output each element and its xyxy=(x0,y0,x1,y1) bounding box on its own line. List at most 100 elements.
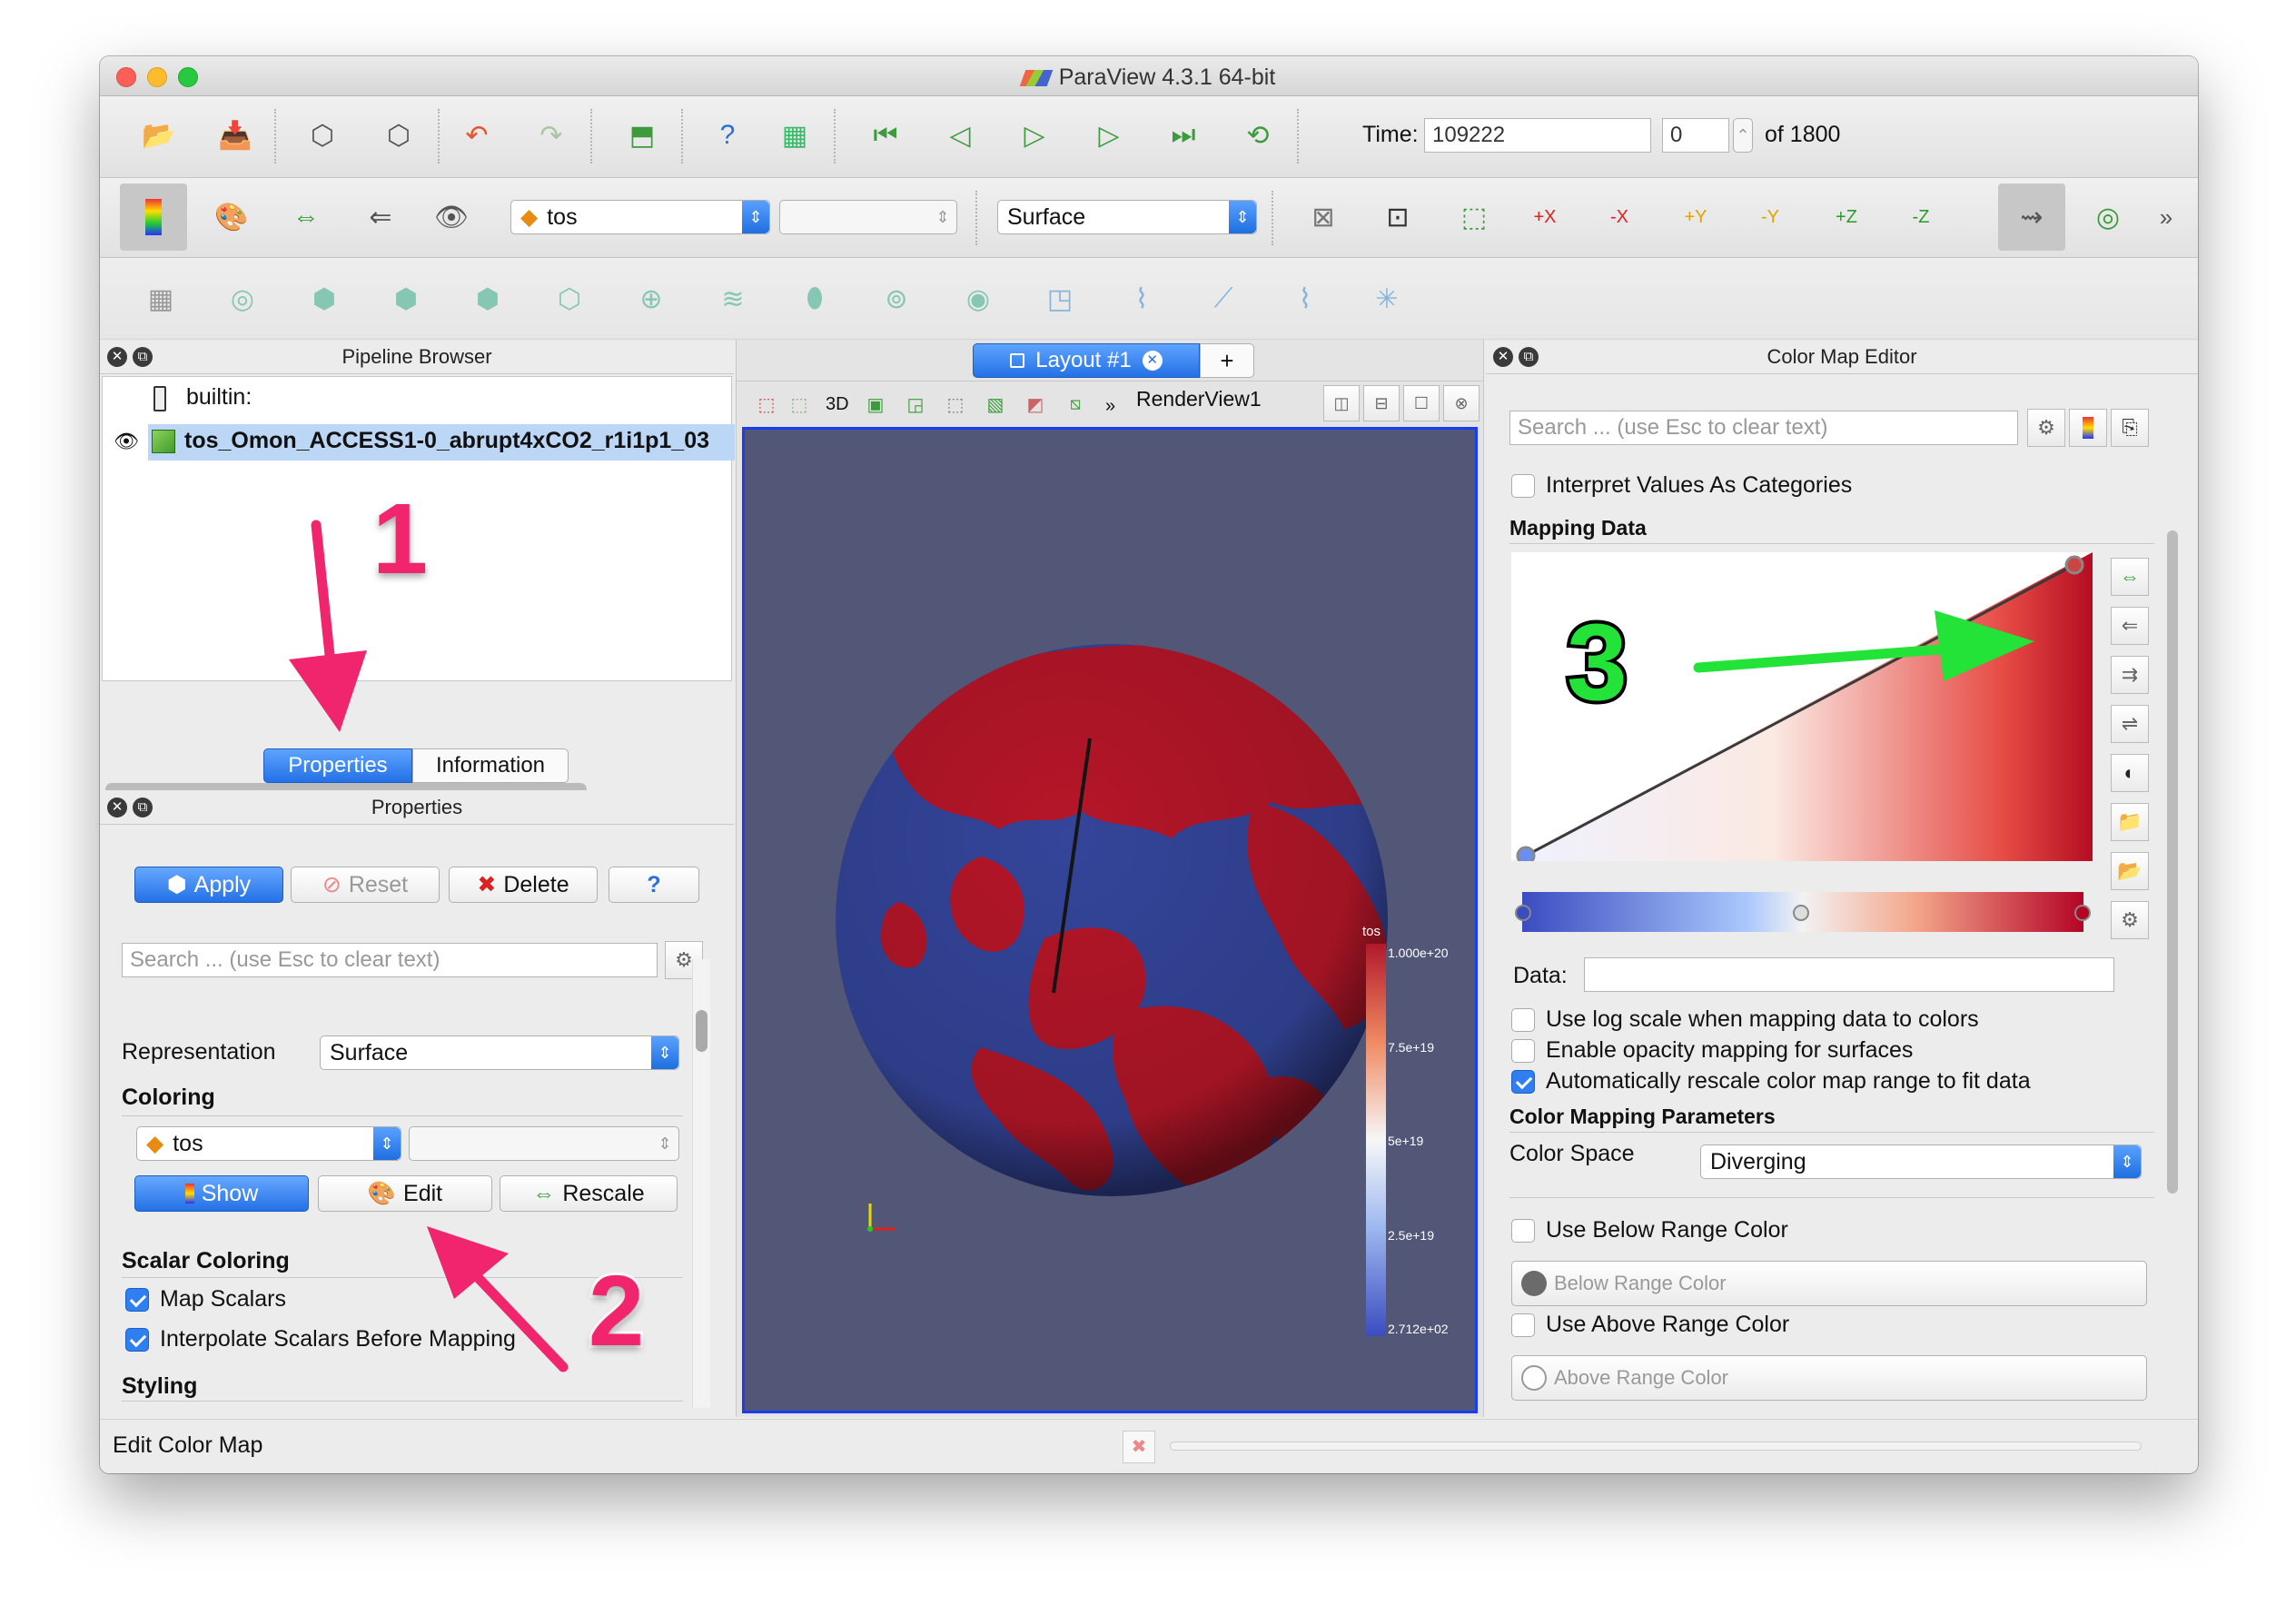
above-range-color-button[interactable]: Above Range Color xyxy=(1511,1355,2147,1401)
abort-icon[interactable]: ✖ xyxy=(1123,1431,1155,1463)
split-horizontal-icon[interactable]: ◫ xyxy=(1323,385,1360,421)
axes-grid-icon[interactable]: ✳ xyxy=(1366,278,1408,320)
show-center-icon[interactable]: ⇝ xyxy=(2011,196,2053,238)
slice-icon[interactable]: ⬢ xyxy=(385,278,427,320)
float-panel-icon[interactable]: ⧉ xyxy=(1519,347,1539,367)
edit-color-map-icon[interactable]: 🎨 xyxy=(211,196,252,238)
toggle-3d-button[interactable]: 3D xyxy=(826,394,849,415)
camera-undo-icon[interactable]: ⬒ xyxy=(621,114,663,156)
view-minus-x-icon[interactable]: -X xyxy=(1598,196,1640,238)
rescale-over-time-icon[interactable]: ⇉ xyxy=(2111,656,2149,694)
plot-over-time-icon[interactable]: ⌇ xyxy=(1284,278,1326,320)
interpret-categories-checkbox[interactable] xyxy=(1511,474,1535,498)
threshold-icon[interactable]: ⬢ xyxy=(467,278,509,320)
clip-icon[interactable]: ⬢ xyxy=(303,278,345,320)
glyph-icon[interactable]: ⊕ xyxy=(630,278,672,320)
timestep-input[interactable] xyxy=(1662,118,1729,153)
data-value-input[interactable] xyxy=(1584,957,2114,992)
select-block-icon[interactable]: ▧ xyxy=(975,383,1016,425)
rescale-range-icon[interactable]: ⇔ xyxy=(2111,558,2149,596)
clear-selection-icon[interactable]: ⧅ xyxy=(1054,383,1096,425)
auto-rescale-checkbox[interactable] xyxy=(1511,1070,1535,1094)
extract-selection-icon[interactable]: ◳ xyxy=(1039,278,1081,320)
float-panel-icon[interactable]: ⧉ xyxy=(133,347,153,367)
map-scalars-checkbox[interactable] xyxy=(125,1288,149,1312)
time-input[interactable] xyxy=(1424,118,1651,153)
calculator-icon[interactable]: ▦ xyxy=(140,278,182,320)
first-frame-icon[interactable]: ⏮ xyxy=(865,114,906,156)
timestep-spinner[interactable]: ⌃ xyxy=(1733,118,1753,153)
color-point-max[interactable] xyxy=(2074,905,2091,921)
rescale-custom-icon[interactable]: ⇐ xyxy=(360,196,401,238)
color-space-select[interactable]: Diverging ⇕ xyxy=(1700,1144,2142,1179)
zoom-box-icon[interactable]: ⬚ xyxy=(1453,196,1495,238)
restore-default-icon[interactable]: ⎘ xyxy=(2111,409,2149,447)
open-icon[interactable]: 📂 xyxy=(138,114,180,156)
color-transfer-function-editor[interactable] xyxy=(1515,892,2091,932)
rotation-center-icon[interactable]: ◎ xyxy=(2087,196,2129,238)
component-combo[interactable]: ⇕ xyxy=(779,200,957,234)
show-color-legend-button[interactable]: Show xyxy=(134,1175,309,1212)
edit-color-map-button[interactable]: 🎨 Edit xyxy=(318,1175,492,1212)
delete-button[interactable]: ✖ Delete xyxy=(449,867,598,903)
select-frustum-icon[interactable]: ⬚ xyxy=(935,383,976,425)
properties-search-input[interactable] xyxy=(122,943,658,977)
save-as-default-icon[interactable] xyxy=(2069,409,2107,447)
next-frame-icon[interactable]: ▷ xyxy=(1088,114,1130,156)
loop-icon[interactable]: ⟲ xyxy=(1237,114,1279,156)
color-point-min[interactable] xyxy=(1515,905,1531,921)
undo-icon[interactable]: ↶ xyxy=(456,114,498,156)
extract-subset-icon[interactable]: ⬡ xyxy=(549,278,590,320)
plot-selection-icon[interactable]: ⌇ xyxy=(1121,278,1163,320)
plot-over-line-icon[interactable]: ⟋ xyxy=(1202,278,1244,320)
pipeline-item-builtin[interactable]: builtin: xyxy=(186,384,252,411)
extract-level-icon[interactable]: ◉ xyxy=(957,278,999,320)
stream-tracer-icon[interactable]: ≋ xyxy=(712,278,754,320)
select-points-icon[interactable]: ◲ xyxy=(895,383,936,425)
rescale-button[interactable]: ⇔ Rescale xyxy=(500,1175,678,1212)
help-icon[interactable]: ? xyxy=(707,114,748,156)
contour-icon[interactable]: ◎ xyxy=(222,278,263,320)
tab-layout-1[interactable]: Layout #1 ✕ xyxy=(973,343,1200,378)
close-view-icon[interactable]: ⊗ xyxy=(1443,385,1480,421)
close-tab-icon[interactable]: ✕ xyxy=(1142,351,1163,371)
properties-scrollbar[interactable] xyxy=(692,959,710,1408)
log-scale-checkbox[interactable] xyxy=(1511,1008,1535,1032)
invert-map-icon[interactable]: ◐ xyxy=(2111,754,2149,792)
save-data-icon[interactable]: 📥 xyxy=(214,114,256,156)
zoom-to-data-icon[interactable]: ⊡ xyxy=(1377,196,1419,238)
representation-combo[interactable]: Surface ⇕ xyxy=(997,200,1257,234)
view-plus-z-icon[interactable]: +Z xyxy=(1826,196,1867,238)
render-view[interactable]: tos 1.000e+20 7.5e+19 5e+19 2.5e+19 2.71… xyxy=(742,427,1478,1413)
find-data-icon[interactable]: ▦ xyxy=(774,114,816,156)
colormap-scrollbar[interactable] xyxy=(2165,530,2180,1408)
below-range-color-button[interactable]: Below Range Color xyxy=(1511,1261,2147,1306)
last-frame-icon[interactable]: ⏭ xyxy=(1163,114,1204,156)
view-minus-z-icon[interactable]: -Z xyxy=(1900,196,1942,238)
pipeline-item-source[interactable]: 👁 tos_Omon_ACCESS1-0_abrupt4xCO2_r1i1p1_… xyxy=(114,424,735,461)
float-panel-icon[interactable]: ⧉ xyxy=(133,798,153,817)
rescale-visible-icon[interactable]: 👁 xyxy=(430,196,472,238)
above-range-checkbox[interactable] xyxy=(1511,1313,1535,1337)
maximize-view-icon[interactable]: ☐ xyxy=(1403,385,1440,421)
visibility-eye-icon[interactable]: 👁 xyxy=(114,430,139,453)
reset-button[interactable]: ⊘ Reset xyxy=(291,867,440,903)
coloring-component-select[interactable]: ⇕ xyxy=(409,1126,679,1161)
properties-scroll-thumb[interactable] xyxy=(696,1010,708,1052)
colormap-settings-icon[interactable]: ⚙ xyxy=(2111,901,2149,939)
colormap-search-input[interactable] xyxy=(1509,411,2018,445)
view-toolbar-overflow-icon[interactable]: » xyxy=(1105,396,1115,417)
below-range-checkbox[interactable] xyxy=(1511,1219,1535,1243)
array-combo[interactable]: ◆ tos ⇕ xyxy=(510,200,770,234)
close-panel-icon[interactable]: ✕ xyxy=(1493,347,1513,367)
advanced-gear-icon[interactable]: ⚙ xyxy=(2027,409,2065,447)
opacity-mapping-checkbox[interactable] xyxy=(1511,1039,1535,1063)
select-cells-icon[interactable]: ▣ xyxy=(855,383,896,425)
camera-link-icon[interactable]: ⬚ xyxy=(778,383,820,425)
apply-button[interactable]: ⬢ Apply xyxy=(134,867,283,903)
rescale-range-icon[interactable]: ⇔ xyxy=(285,196,327,238)
group-datasets-icon[interactable]: ⊚ xyxy=(876,278,917,320)
interpolate-scalars-checkbox[interactable] xyxy=(125,1328,149,1352)
add-layout-tab-button[interactable]: + xyxy=(1200,343,1254,378)
choose-preset-icon[interactable]: 📁 xyxy=(2111,803,2149,841)
